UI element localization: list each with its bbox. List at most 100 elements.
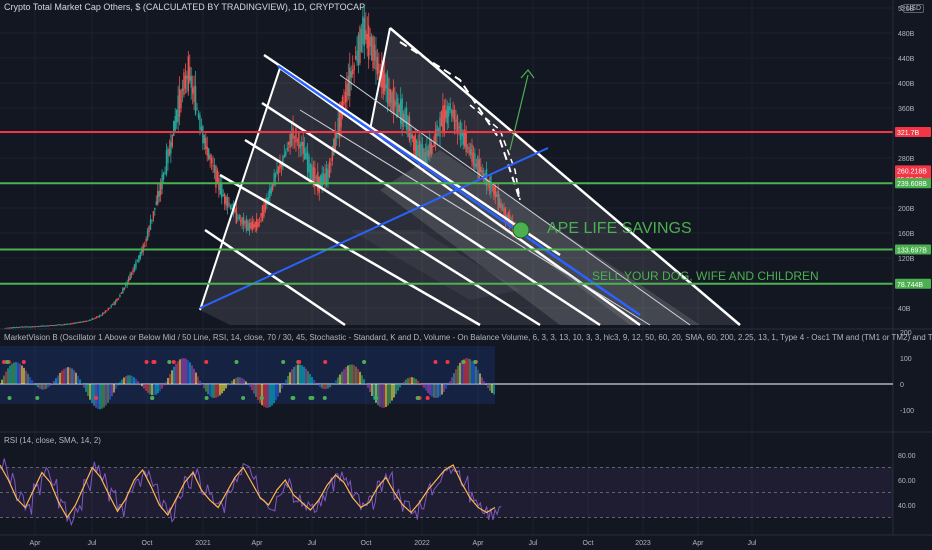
candle-body [165, 150, 168, 175]
candle-body [347, 75, 350, 96]
candle-body [93, 318, 95, 320]
candle-body [372, 36, 374, 68]
candle-body [503, 208, 505, 215]
osc-signal-dot [144, 360, 149, 364]
candle-body [59, 324, 61, 326]
candle-body [125, 284, 127, 286]
candle-body [14, 327, 16, 329]
candle-body [354, 55, 357, 60]
osc-signal-dot [322, 396, 327, 400]
candle-body [346, 83, 348, 102]
candle-body [200, 126, 203, 131]
candle-body [152, 211, 155, 219]
candle-body [30, 326, 32, 328]
candle-body [398, 104, 400, 112]
candle-body [237, 217, 239, 219]
price-tick-label: 360B [898, 106, 915, 113]
candle-body [61, 324, 63, 326]
candle-body [225, 196, 227, 206]
candle-body [186, 75, 188, 80]
candle-body [235, 207, 238, 224]
candle-body [127, 277, 130, 282]
candle-body [203, 135, 206, 144]
osc-signal-dot [94, 396, 99, 400]
candle-body [234, 209, 236, 213]
candle-body [382, 69, 384, 94]
candle-body [245, 219, 248, 231]
time-tick-label: Apr [473, 540, 485, 547]
osc-tick-label: -100 [900, 408, 914, 415]
candle-body [426, 146, 428, 164]
candle-body [369, 36, 371, 47]
candle-body [343, 101, 345, 105]
candle-body [242, 217, 245, 226]
candle-body [388, 88, 390, 107]
candle-body [68, 323, 70, 325]
candle-body [301, 142, 303, 146]
osc-signal-dot [35, 396, 40, 400]
osc-signal-dot [310, 396, 315, 400]
candle-body [286, 147, 288, 151]
osc-signal-dot [425, 396, 430, 400]
candle-body [109, 307, 111, 309]
chart-canvas[interactable]: APE LIFE SAVINGS SELL YOUR DOG, WIFE AND… [0, 0, 932, 550]
candle-body [315, 176, 318, 179]
candle-body [100, 315, 102, 317]
candle-body [395, 102, 398, 105]
candle-body [164, 171, 166, 173]
candle-body [69, 323, 72, 325]
candle-body [119, 294, 121, 298]
candle-body [357, 34, 360, 66]
candle-body [29, 326, 31, 328]
candle-body [18, 326, 21, 328]
candle-body [81, 321, 83, 323]
osc-signal-dot [21, 360, 26, 364]
candle-body [351, 69, 354, 75]
candle-body [143, 245, 146, 247]
candle-body [337, 117, 339, 133]
candle-body [77, 322, 79, 324]
candle-body [418, 141, 421, 161]
candle-body [173, 120, 175, 136]
candle-body [136, 259, 139, 261]
rsi-indicator-title[interactable]: RSI (14, close, SMA, 14, 2) [4, 436, 101, 445]
candle-body [90, 319, 92, 321]
candle-body [180, 90, 182, 109]
candle-body [292, 127, 294, 139]
candle-body [475, 163, 478, 167]
candle-body [303, 147, 306, 160]
osc-signal-dot [461, 360, 466, 364]
candle-body [368, 25, 370, 60]
candle-body [168, 148, 171, 156]
candle-body [296, 140, 299, 142]
candle-body [239, 220, 242, 222]
osc-signal-dot [259, 396, 264, 400]
osc-signal-dot [150, 396, 155, 400]
candle-body [190, 75, 192, 88]
candle-body [133, 264, 136, 272]
candle-body [373, 44, 376, 61]
currency-button[interactable]: USD [903, 4, 924, 13]
candle-body [78, 321, 80, 323]
candle-body [261, 205, 264, 222]
marketvision-indicator-title[interactable]: MarketVision B (Oscillator 1 Above or Be… [4, 333, 932, 342]
candle-body [238, 215, 240, 220]
candle-body [363, 17, 366, 46]
candle-body [154, 207, 156, 210]
candle-body [472, 152, 475, 166]
candle-body [317, 171, 319, 191]
candle-body [72, 323, 75, 325]
price-marker-label: 321.7B [897, 130, 920, 137]
candle-body [258, 220, 261, 222]
candle-body [429, 138, 431, 157]
candle-body [424, 152, 427, 163]
candle-body [170, 141, 172, 154]
time-tick-label: 2023 [635, 540, 651, 547]
candle-body [45, 325, 47, 327]
candle-body [199, 115, 201, 130]
candle-body [98, 315, 101, 317]
candle-body [443, 105, 446, 134]
candle-body [469, 149, 472, 156]
candle-body [401, 98, 403, 127]
price-tick-label: 40B [898, 306, 911, 313]
